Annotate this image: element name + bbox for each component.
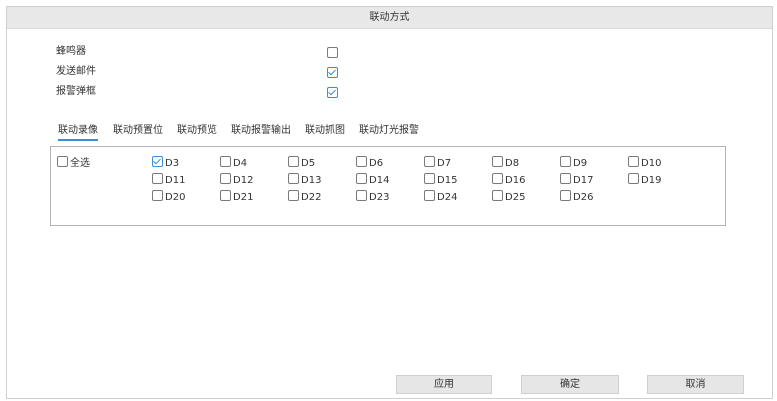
channel-label: D25 (505, 192, 526, 203)
apply-button[interactable]: 应用 (396, 375, 492, 394)
channel-checkbox[interactable] (220, 156, 231, 167)
channel-checkbox[interactable] (220, 190, 231, 201)
channel-label: D20 (165, 192, 186, 203)
channel-label: D22 (301, 192, 322, 203)
channel-label: D23 (369, 192, 390, 203)
channel-label: D9 (573, 158, 588, 169)
channel-option-d6[interactable]: D6 (356, 156, 383, 170)
channel-option-d21[interactable]: D21 (220, 190, 253, 204)
channel-label: D21 (233, 192, 254, 203)
channel-checkbox[interactable] (152, 156, 163, 167)
channel-option-d16[interactable]: D16 (492, 173, 525, 187)
channel-option-d25[interactable]: D25 (492, 190, 525, 204)
channel-label: D7 (437, 158, 452, 169)
channel-option-d23[interactable]: D23 (356, 190, 389, 204)
channel-option-d22[interactable]: D22 (288, 190, 321, 204)
channel-option-d26[interactable]: D26 (560, 190, 593, 204)
channel-checkbox[interactable] (560, 156, 571, 167)
channel-option-d4[interactable]: D4 (220, 156, 247, 170)
channel-checkbox[interactable] (288, 173, 299, 184)
option-alarm-popup: 报警弹框 (56, 84, 356, 100)
option-buzzer: 蜂鸣器 (56, 44, 356, 60)
channel-selection-panel: 全选 D3 D4 D5 D6 D7 D8 D9 D10 D11 D12 D13 D14 D15 D16 D1… (50, 146, 726, 226)
channel-label: D8 (505, 158, 520, 169)
channel-label: D15 (437, 175, 458, 186)
channel-checkbox[interactable] (492, 156, 503, 167)
channel-option-d8[interactable]: D8 (492, 156, 519, 170)
channel-label: D12 (233, 175, 254, 186)
channel-label: D16 (505, 175, 526, 186)
channel-option-d9[interactable]: D9 (560, 156, 587, 170)
channel-option-d12[interactable]: D12 (220, 173, 253, 187)
channel-label: D19 (641, 175, 662, 186)
option-send-email: 发送邮件 (56, 64, 356, 80)
channel-label: D5 (301, 158, 316, 169)
ok-button[interactable]: 确定 (521, 375, 619, 394)
channel-option-d20[interactable]: D20 (152, 190, 185, 204)
channel-checkbox[interactable] (628, 173, 639, 184)
option-send-email-checkbox[interactable] (327, 67, 338, 78)
channel-option-d3[interactable]: D3 (152, 156, 179, 170)
channel-checkbox[interactable] (288, 156, 299, 167)
channel-label: D3 (165, 158, 180, 169)
channel-checkbox[interactable] (492, 173, 503, 184)
channel-checkbox[interactable] (424, 173, 435, 184)
channel-label: D17 (573, 175, 594, 186)
channel-checkbox[interactable] (424, 156, 435, 167)
tab-link-snapshot[interactable]: 联动抓图 (305, 124, 345, 138)
channel-option-d10[interactable]: D10 (628, 156, 661, 170)
option-alarm-popup-label: 报警弹框 (56, 86, 96, 97)
tab-link-alarm-output[interactable]: 联动报警输出 (231, 124, 291, 138)
channel-checkbox[interactable] (356, 190, 367, 201)
channel-label: D24 (437, 192, 458, 203)
channel-label: D11 (165, 175, 186, 186)
select-all-option[interactable]: 全选 (57, 156, 90, 170)
channel-option-d19[interactable]: D19 (628, 173, 661, 187)
channel-label: D26 (573, 192, 594, 203)
channel-checkbox[interactable] (492, 190, 503, 201)
select-all-checkbox[interactable] (57, 156, 68, 167)
channel-checkbox[interactable] (152, 173, 163, 184)
channel-option-d15[interactable]: D15 (424, 173, 457, 187)
channel-checkbox[interactable] (628, 156, 639, 167)
channel-option-d24[interactable]: D24 (424, 190, 457, 204)
option-send-email-label: 发送邮件 (56, 66, 96, 77)
channel-label: D13 (301, 175, 322, 186)
channel-checkbox[interactable] (220, 173, 231, 184)
channel-label: D4 (233, 158, 248, 169)
channel-label: D10 (641, 158, 662, 169)
channel-label: D6 (369, 158, 384, 169)
option-buzzer-checkbox[interactable] (327, 47, 338, 58)
channel-option-d13[interactable]: D13 (288, 173, 321, 187)
channel-checkbox[interactable] (288, 190, 299, 201)
channel-option-d17[interactable]: D17 (560, 173, 593, 187)
select-all-label: 全选 (70, 158, 90, 169)
channel-checkbox[interactable] (356, 156, 367, 167)
channel-option-d5[interactable]: D5 (288, 156, 315, 170)
cancel-button[interactable]: 取消 (647, 375, 744, 394)
channel-checkbox[interactable] (560, 190, 571, 201)
tab-link-preview[interactable]: 联动预览 (177, 124, 217, 138)
channel-label: D14 (369, 175, 390, 186)
tab-link-preset[interactable]: 联动预置位 (113, 124, 163, 138)
channel-checkbox[interactable] (152, 190, 163, 201)
channel-checkbox[interactable] (560, 173, 571, 184)
channel-checkbox[interactable] (424, 190, 435, 201)
tab-link-record[interactable]: 联动录像 (58, 124, 98, 141)
channel-option-d7[interactable]: D7 (424, 156, 451, 170)
channel-option-d11[interactable]: D11 (152, 173, 185, 187)
tab-link-light-alarm[interactable]: 联动灯光报警 (359, 124, 419, 138)
channel-option-d14[interactable]: D14 (356, 173, 389, 187)
channel-checkbox[interactable] (356, 173, 367, 184)
option-alarm-popup-checkbox[interactable] (327, 87, 338, 98)
option-buzzer-label: 蜂鸣器 (56, 46, 86, 57)
dialog-title: 联动方式 (7, 7, 772, 29)
